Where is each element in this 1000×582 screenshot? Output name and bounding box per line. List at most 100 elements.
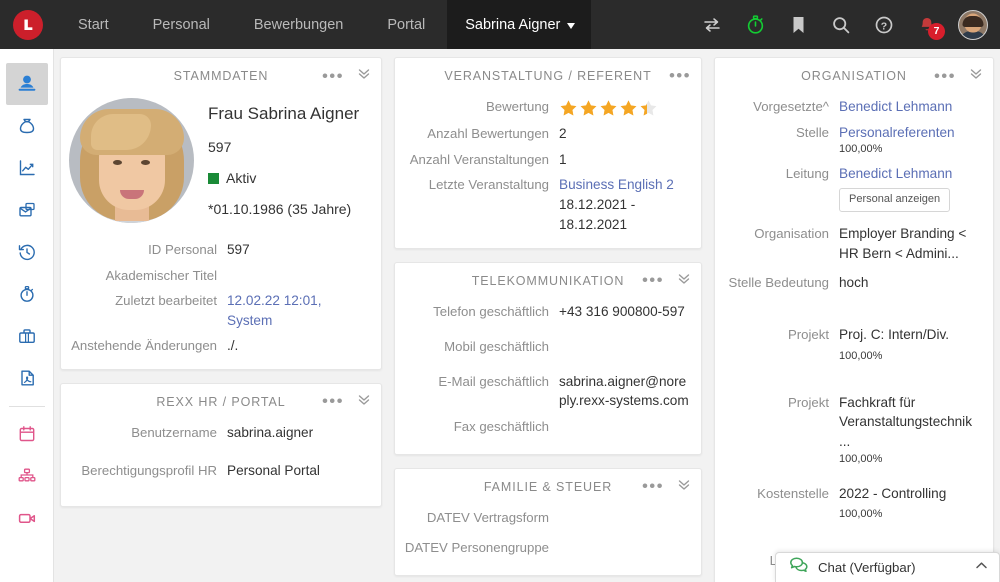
row-label: DATEV Personengruppe <box>404 539 549 555</box>
nav-bewerbungen[interactable]: Bewerbungen <box>232 0 366 49</box>
person-icon <box>18 75 35 91</box>
projekt2-name: Fachkraft für Veranstaltungstechnik ... <box>839 394 973 450</box>
row-label: Mobil geschäftlich <box>444 338 549 354</box>
nav-start-label: Start <box>78 16 109 33</box>
chat-label: Chat (Verfügbar) <box>818 560 916 575</box>
row-value: Personalreferenten 100,00% <box>839 123 981 159</box>
sidebar-item-kalender[interactable] <box>6 413 48 455</box>
row-label: Zuletzt bearbeitet <box>115 292 217 308</box>
video-camera-icon <box>18 513 35 523</box>
status-square-icon <box>208 172 219 184</box>
sidebar-item-dokumente[interactable] <box>6 189 48 231</box>
more-options-icon[interactable]: ••• <box>642 478 664 495</box>
row-label: Anstehende Änderungen <box>71 338 217 354</box>
chevron-double-down-icon[interactable] <box>357 67 371 86</box>
star-icon[interactable] <box>559 99 578 118</box>
column-middle: VERANSTALTUNG / REFERENT ••• Bewertung A… <box>388 57 708 582</box>
left-sidebar <box>0 49 54 582</box>
more-options-icon[interactable]: ••• <box>322 67 344 84</box>
sidebar-item-reisen[interactable] <box>6 315 48 357</box>
row-value[interactable]: 12.02.22 12:01, System <box>227 291 357 330</box>
person-birthdate: *01.10.1986 (35 Jahre) <box>208 201 352 217</box>
stars-container <box>559 97 689 118</box>
switch-arrows-icon[interactable] <box>700 13 724 37</box>
card-veranstaltung-title: VERANSTALTUNG / REFERENT <box>444 69 652 83</box>
nav-personal[interactable]: Personal <box>131 0 232 49</box>
row-value: 1 <box>559 151 567 167</box>
row-label: Leitung <box>785 166 829 182</box>
more-options-icon[interactable]: ••• <box>934 67 956 84</box>
sidebar-divider <box>8 406 45 407</box>
nav-user-menu-label: Sabrina Aigner <box>465 16 561 33</box>
card-stammdaten-actions: ••• <box>322 67 371 86</box>
row-label: Stelle <box>796 124 829 140</box>
personal-anzeigen-button[interactable]: Personal anzeigen <box>839 188 951 212</box>
search-icon[interactable] <box>829 13 853 37</box>
sidebar-item-pdf[interactable] <box>6 357 48 399</box>
star-icon[interactable] <box>579 99 598 118</box>
stelle-link[interactable]: Personalreferenten <box>839 123 981 143</box>
chart-line-icon <box>19 160 35 176</box>
vorgesetzte-link[interactable]: Benedict Lehmann <box>839 97 981 117</box>
star-icon[interactable] <box>619 99 638 118</box>
star-icon[interactable] <box>599 99 618 118</box>
chevron-up-icon[interactable] <box>974 558 989 578</box>
column-left: STAMMDATEN ••• Frau Sabrina Aigner 597 A… <box>54 57 388 582</box>
row-benutzername: Benutzername sabrina.aigner <box>61 420 381 458</box>
chat-widget[interactable]: Chat (Verfügbar) <box>775 552 1000 582</box>
row-mobil-geschaeftlich: Mobil geschäftlich <box>395 334 701 369</box>
row-stelle-bedeutung: Stelle Bedeutung hoch <box>715 270 993 296</box>
sidebar-item-zeiterfassung[interactable] <box>6 273 48 315</box>
kostenstelle-name: 2022 - Controlling <box>839 485 947 501</box>
sidebar-item-entwicklung[interactable] <box>6 147 48 189</box>
row-value: Business English 2 18.12.2021 - 18.12.20… <box>559 175 689 234</box>
card-telekommunikation: TELEKOMMUNIKATION ••• Telefon geschäftli… <box>394 261 702 455</box>
sidebar-item-video[interactable] <box>6 497 48 539</box>
sidebar-item-verguetung[interactable] <box>6 105 48 147</box>
row-label: Benutzername <box>131 424 217 440</box>
sidebar-item-historie[interactable] <box>6 231 48 273</box>
avatar[interactable] <box>958 9 988 40</box>
row-value: Benedict Lehmann Personal anzeigen <box>839 164 981 212</box>
row-label: Akademischer Titel <box>105 267 217 283</box>
row-vorgesetzte: Vorgesetzte^ Benedict Lehmann <box>715 94 993 120</box>
row-label: Organisation <box>754 225 829 241</box>
top-bar-actions: ? 7 <box>700 0 1000 49</box>
nav-portal[interactable]: Portal <box>365 0 447 49</box>
row-label: ID Personal <box>148 242 217 257</box>
more-options-icon[interactable]: ••• <box>642 272 664 289</box>
notifications-icon[interactable]: 7 <box>915 13 945 40</box>
help-icon[interactable]: ? <box>872 13 896 37</box>
row-telefon-geschaeftlich: Telefon geschäftlich +43 316 900800-597 <box>395 299 701 334</box>
row-projekt-2: Projekt Fachkraft für Veranstaltungstech… <box>715 390 993 471</box>
star-icon[interactable] <box>639 99 658 118</box>
row-label: Kostenstelle <box>757 485 829 501</box>
person-info: Frau Sabrina Aigner 597 Aktiv *01.10.198… <box>208 98 359 223</box>
person-id: 597 <box>208 139 232 155</box>
chevron-double-down-icon[interactable] <box>677 271 691 290</box>
row-value: Employer Branding < HR Bern < Admini... <box>839 225 967 261</box>
sidebar-item-organigramm[interactable] <box>6 455 48 497</box>
row-datev-personengruppe: DATEV Personengruppe <box>395 535 701 565</box>
stopwatch-icon[interactable] <box>743 13 767 37</box>
row-value: +43 316 900800-597 <box>559 303 685 319</box>
row-value: Fachkraft für Veranstaltungstechnik ... … <box>839 393 981 468</box>
history-clock-icon <box>18 244 35 261</box>
row-label: Telefon geschäftlich <box>433 303 549 319</box>
row-label: Projekt <box>787 394 829 410</box>
chevron-double-down-icon[interactable] <box>677 477 691 496</box>
nav-user-menu[interactable]: Sabrina Aigner <box>447 0 592 49</box>
more-options-icon[interactable]: ••• <box>669 67 691 84</box>
card-telekommunikation-actions: ••• <box>642 271 691 290</box>
leitung-link[interactable]: Benedict Lehmann <box>839 164 981 184</box>
bookmark-icon[interactable] <box>786 13 810 37</box>
more-options-icon[interactable]: ••• <box>322 393 344 410</box>
row-anstehende-aenderungen: Anstehende Änderungen ./. <box>61 333 381 359</box>
app-logo[interactable]: ʟ <box>0 0 56 49</box>
sidebar-item-personal[interactable] <box>5 63 48 105</box>
nav-start[interactable]: Start <box>56 0 131 49</box>
chevron-double-down-icon[interactable] <box>969 67 983 86</box>
row-id-personal: ID Personal 597 <box>61 237 381 263</box>
chevron-double-down-icon[interactable] <box>357 392 371 411</box>
last-event-link[interactable]: Business English 2 <box>559 175 689 195</box>
